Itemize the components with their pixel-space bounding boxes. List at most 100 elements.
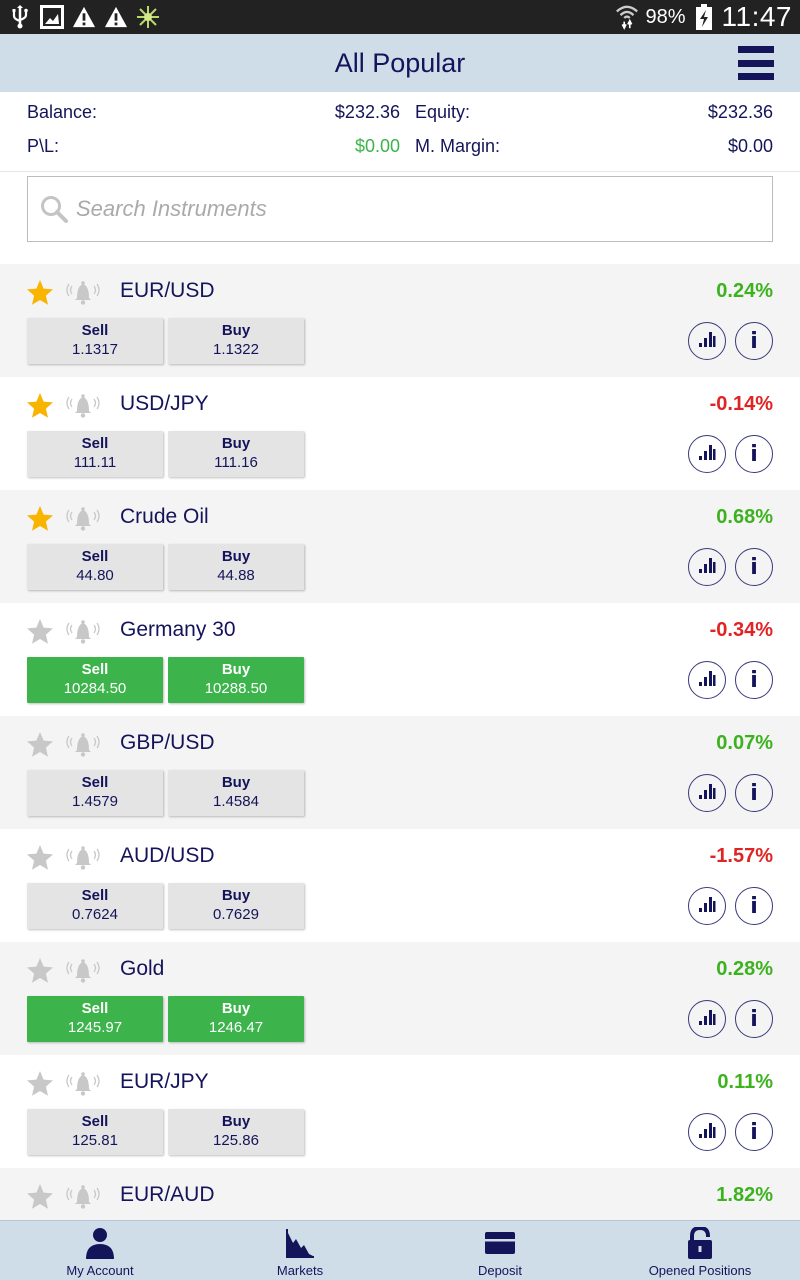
info-icon: i [750, 554, 758, 580]
instrument-row[interactable]: USD/JPY -0.14% Sell 111.11 Buy 111.16 i [0, 377, 800, 490]
buy-label: Buy [221, 1113, 251, 1130]
nav-deposit[interactable]: Deposit [400, 1221, 600, 1280]
instrument-list[interactable]: EUR/USD 0.24% Sell 1.1317 Buy 1.1322 i U… [0, 264, 800, 1220]
clock: 11:47 [721, 1, 792, 32]
sell-price: 1.1317 [72, 341, 118, 358]
info-button[interactable]: i [735, 1000, 773, 1038]
instrument-name: EUR/AUD [120, 1183, 215, 1206]
buy-button[interactable]: Buy 0.7629 [168, 883, 304, 929]
chart-button[interactable] [688, 1113, 726, 1151]
bell-alert-icon[interactable] [66, 730, 100, 758]
instrument-name: Crude Oil [120, 505, 209, 528]
star-icon[interactable] [26, 731, 54, 759]
buy-button[interactable]: Buy 111.16 [168, 431, 304, 477]
buy-label: Buy [221, 1000, 251, 1017]
chart-button[interactable] [688, 774, 726, 812]
instrument-row[interactable]: EUR/USD 0.24% Sell 1.1317 Buy 1.1322 i [0, 264, 800, 377]
info-icon: i [750, 1006, 758, 1032]
bell-alert-icon[interactable] [66, 504, 100, 532]
buy-button[interactable]: Buy 10288.50 [168, 657, 304, 703]
sell-price: 10284.50 [63, 680, 127, 697]
nav-label: Markets [276, 1263, 324, 1278]
nav-my-account[interactable]: My Account [0, 1221, 200, 1280]
instrument-row[interactable]: GBP/USD 0.07% Sell 1.4579 Buy 1.4584 i [0, 716, 800, 829]
chart-button[interactable] [688, 887, 726, 925]
nav-markets[interactable]: Markets [200, 1221, 400, 1280]
star-icon[interactable] [26, 618, 54, 646]
bar-chart-icon [697, 555, 717, 580]
chart-button[interactable] [688, 322, 726, 360]
bell-alert-icon[interactable] [66, 1182, 100, 1210]
buy-button[interactable]: Buy 44.88 [168, 544, 304, 590]
sell-button[interactable]: Sell 1.1317 [27, 318, 163, 364]
star-icon[interactable] [26, 844, 54, 872]
margin-label: M. Margin: [415, 136, 501, 156]
sell-button[interactable]: Sell 10284.50 [27, 657, 163, 703]
info-button[interactable]: i [735, 887, 773, 925]
sell-button[interactable]: Sell 111.11 [27, 431, 163, 477]
star-filled-icon[interactable] [26, 279, 54, 307]
account-row-pl: P\L: $0.00 M. Margin: $0.00 [27, 136, 773, 160]
hamburger-menu-icon[interactable] [738, 46, 774, 80]
chart-button[interactable] [688, 1000, 726, 1038]
sell-label: Sell [81, 1000, 109, 1017]
buy-price: 10288.50 [204, 680, 268, 697]
info-button[interactable]: i [735, 774, 773, 812]
bottom-nav: My Account Markets Deposit Opened Positi… [0, 1220, 800, 1280]
star-icon[interactable] [26, 1070, 54, 1098]
bell-alert-icon[interactable] [66, 617, 100, 645]
info-button[interactable]: i [735, 548, 773, 586]
buy-label: Buy [221, 435, 251, 452]
sell-price: 111.11 [73, 454, 117, 471]
nav-label: My Account [66, 1263, 134, 1278]
nav-opened-positions[interactable]: Opened Positions [600, 1221, 800, 1280]
equity-label: Equity: [415, 102, 471, 122]
sell-button[interactable]: Sell 1.4579 [27, 770, 163, 816]
sell-button[interactable]: Sell 44.80 [27, 544, 163, 590]
warning-icon [104, 5, 128, 29]
instrument-row[interactable]: Germany 30 -0.34% Sell 10284.50 Buy 1028… [0, 603, 800, 716]
sell-button[interactable]: Sell 1245.97 [27, 996, 163, 1042]
bell-alert-icon[interactable] [66, 278, 100, 306]
status-bar: 98% 11:47 [0, 0, 800, 34]
bell-alert-icon[interactable] [66, 956, 100, 984]
buy-price: 125.86 [213, 1132, 259, 1149]
star-icon[interactable] [26, 1183, 54, 1211]
instrument-row[interactable]: AUD/USD -1.57% Sell 0.7624 Buy 0.7629 i [0, 829, 800, 942]
buy-button[interactable]: Buy 125.86 [168, 1109, 304, 1155]
nav-label: Deposit [477, 1263, 523, 1278]
instrument-name: GBP/USD [120, 731, 215, 754]
star-filled-icon[interactable] [26, 505, 54, 533]
sell-label: Sell [81, 548, 109, 565]
buy-button[interactable]: Buy 1246.47 [168, 996, 304, 1042]
chart-button[interactable] [688, 548, 726, 586]
instrument-row[interactable]: EUR/JPY 0.11% Sell 125.81 Buy 125.86 i [0, 1055, 800, 1168]
instrument-row[interactable]: EUR/AUD 1.82% Sell Buy i [0, 1168, 800, 1220]
battery-charging-icon [692, 4, 716, 30]
star-filled-icon[interactable] [26, 392, 54, 420]
info-button[interactable]: i [735, 322, 773, 360]
info-button[interactable]: i [735, 1113, 773, 1151]
buy-button[interactable]: Buy 1.4584 [168, 770, 304, 816]
buy-button[interactable]: Buy 1.1322 [168, 318, 304, 364]
sell-price: 125.81 [72, 1132, 118, 1149]
bell-alert-icon[interactable] [66, 843, 100, 871]
sell-button[interactable]: Sell 0.7624 [27, 883, 163, 929]
sell-button[interactable]: Sell 125.81 [27, 1109, 163, 1155]
bell-alert-icon[interactable] [66, 391, 100, 419]
chart-button[interactable] [688, 435, 726, 473]
star-icon[interactable] [26, 957, 54, 985]
bar-chart-icon [697, 1120, 717, 1145]
balance-label: Balance: [27, 102, 98, 122]
instrument-row[interactable]: Crude Oil 0.68% Sell 44.80 Buy 44.88 i [0, 490, 800, 603]
info-icon: i [750, 893, 758, 919]
info-icon: i [750, 1119, 758, 1145]
info-button[interactable]: i [735, 435, 773, 473]
chart-button[interactable] [688, 661, 726, 699]
search-box[interactable] [27, 176, 773, 242]
info-button[interactable]: i [735, 661, 773, 699]
sell-label: Sell [81, 435, 109, 452]
instrument-row[interactable]: Gold 0.28% Sell 1245.97 Buy 1246.47 i [0, 942, 800, 1055]
search-input[interactable] [76, 189, 736, 229]
bell-alert-icon[interactable] [66, 1069, 100, 1097]
